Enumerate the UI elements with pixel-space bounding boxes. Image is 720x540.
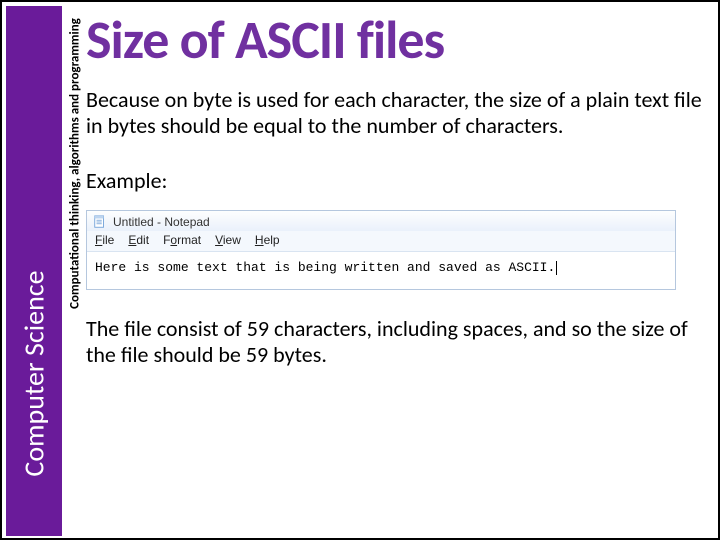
text-caret <box>556 261 557 275</box>
menu-view[interactable]: View <box>215 233 241 247</box>
notepad-body[interactable]: Here is some text that is being written … <box>87 252 675 289</box>
notepad-menubar: File Edit Format View Help <box>87 231 675 252</box>
sidebar-sub-label: Computational thinking, algorithms and p… <box>68 9 83 319</box>
example-label: Example: <box>86 167 702 194</box>
sidebar-main-label: Computer Science <box>17 264 52 484</box>
slide: Computer Science Computational thinking,… <box>0 0 720 540</box>
notepad-window-title: Untitled - Notepad <box>113 215 210 229</box>
menu-format[interactable]: Format <box>163 233 201 247</box>
paragraph-conclusion: The file consist of 59 characters, inclu… <box>86 316 702 368</box>
notepad-titlebar: Untitled - Notepad <box>87 211 675 231</box>
notepad-text: Here is some text that is being written … <box>95 260 555 275</box>
notepad-icon <box>93 215 107 229</box>
paragraph-intro: Because on byte is used for each charact… <box>86 87 702 139</box>
slide-title: Size of ASCII files <box>86 12 702 69</box>
sidebar-main: Computer Science <box>6 6 62 536</box>
menu-help[interactable]: Help <box>255 233 280 247</box>
notepad-window: Untitled - Notepad File Edit Format View… <box>86 210 676 290</box>
menu-edit[interactable]: Edit <box>128 233 149 247</box>
sidebar-sub: Computational thinking, algorithms and p… <box>62 6 80 536</box>
menu-file[interactable]: File <box>95 233 114 247</box>
content-area: Size of ASCII files Because on byte is u… <box>86 12 702 528</box>
